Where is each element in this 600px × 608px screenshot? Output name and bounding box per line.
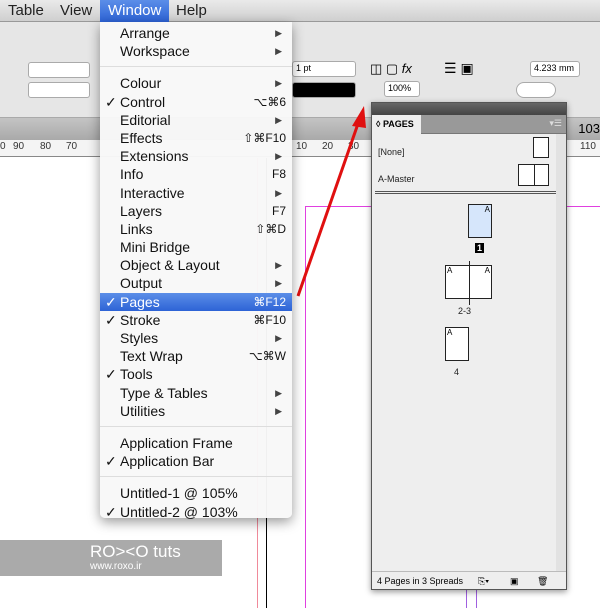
menu-item-untitled-2-103-[interactable]: ✓ Untitled-2 @ 103%: [100, 503, 292, 521]
submenu-arrow-icon: ▶: [275, 78, 282, 89]
menu-item-label: Styles: [120, 330, 159, 346]
menu-item-shortcut: ⌘F10: [253, 312, 286, 327]
menu-item-text-wrap[interactable]: Text Wrap ⌥⌘W: [100, 347, 292, 365]
menu-item-label: Control: [120, 93, 166, 110]
menu-item-label: Mini Bridge: [120, 239, 191, 256]
menu-item-colour[interactable]: Colour ▶: [100, 74, 292, 92]
menu-item-shortcut: ⇧⌘F10: [243, 130, 286, 145]
menu-item-shortcut: F7: [271, 203, 286, 218]
menu-item-label: Editorial: [120, 111, 171, 128]
checkmark-icon: ✓: [105, 93, 117, 110]
menu-item-label: Colour: [120, 75, 162, 92]
menu-item-object-layout[interactable]: Object & Layout ▶: [100, 256, 292, 274]
menu-item-label: Type & Tables: [120, 384, 208, 401]
checkmark-icon: ✓: [105, 293, 117, 310]
submenu-arrow-icon: ▶: [275, 28, 282, 38]
menu-item-shortcut: ⌘F12: [253, 294, 286, 309]
menu-item-stroke[interactable]: ✓ Stroke ⌘F10: [100, 311, 292, 329]
menu-item-label: Application Bar: [120, 453, 215, 470]
submenu-arrow-icon: ▶: [275, 387, 282, 398]
menu-item-label: Stroke: [120, 311, 161, 328]
submenu-arrow-icon: ▶: [275, 187, 282, 198]
checkmark-icon: ✓: [105, 453, 117, 470]
menu-item-mini-bridge[interactable]: Mini Bridge: [100, 238, 292, 256]
menu-item-label: Utilities: [120, 402, 166, 419]
menu-item-styles[interactable]: Styles ▶: [100, 329, 292, 347]
menu-item-workspace[interactable]: Workspace ▶: [100, 42, 292, 60]
submenu-arrow-icon: ▶: [275, 260, 282, 271]
menu-item-label: Info: [120, 166, 144, 183]
menu-item-label: Effects: [120, 129, 163, 146]
submenu-arrow-icon: ▶: [275, 114, 282, 125]
menu-item-label: Layers: [120, 202, 163, 219]
menu-item-label: Object & Layout: [120, 257, 220, 274]
checkmark-icon: ✓: [105, 311, 117, 328]
submenu-arrow-icon: ▶: [275, 405, 282, 416]
menu-item-label: Interactive: [120, 184, 185, 201]
menu-item-control[interactable]: ✓ Control ⌥⌘6: [100, 93, 292, 111]
menu-item-info[interactable]: Info F8: [100, 165, 292, 183]
menu-item-effects[interactable]: Effects ⇧⌘F10: [100, 129, 292, 147]
menu-separator: [100, 425, 292, 427]
checkmark-icon: ✓: [105, 366, 117, 383]
menu-item-label: Workspace: [120, 43, 190, 60]
menu-separator: [100, 66, 292, 68]
menu-item-label: Arrange: [120, 25, 170, 41]
menu-item-shortcut: F8: [271, 167, 286, 182]
menu-item-label: Output: [120, 275, 163, 292]
submenu-arrow-icon: ▶: [275, 46, 282, 57]
menu-item-label: Extensions: [120, 148, 189, 165]
menu-item-utilities[interactable]: Utilities ▶: [100, 402, 292, 420]
menu-item-editorial[interactable]: Editorial ▶: [100, 111, 292, 129]
menu-item-arrange[interactable]: Arrange ▶: [100, 24, 292, 42]
menu-item-pages[interactable]: ✓ Pages ⌘F12: [100, 292, 292, 311]
menu-item-label: Text Wrap: [120, 348, 183, 365]
menu-item-label: Tools: [120, 366, 153, 383]
menu-item-application-bar[interactable]: ✓ Application Bar: [100, 452, 292, 470]
menu-item-tools[interactable]: ✓ Tools: [100, 365, 292, 383]
menu-item-untitled-1-105-[interactable]: Untitled-1 @ 105%: [100, 484, 292, 502]
menu-separator: [100, 476, 292, 478]
menu-item-links[interactable]: Links ⇧⌘D: [100, 220, 292, 238]
submenu-arrow-icon: ▶: [275, 151, 282, 162]
window-menu: Arrange ▶ Workspace ▶ Colour ▶ ✓ Control ⌥⌘6 Edit…: [100, 22, 292, 521]
menu-item-label: Application Frame: [120, 434, 233, 451]
menu-item-application-frame[interactable]: Application Frame: [100, 434, 292, 452]
submenu-arrow-icon: ▶: [275, 333, 282, 343]
menu-item-shortcut: ⇧⌘D: [255, 221, 286, 236]
menu-item-extensions[interactable]: Extensions ▶: [100, 147, 292, 165]
menu-item-label: Pages: [120, 293, 160, 310]
menu-item-label: Untitled-2 @ 103%: [120, 503, 238, 520]
menu-item-layers[interactable]: Layers F7: [100, 202, 292, 220]
checkmark-icon: ✓: [105, 503, 117, 520]
menu-item-interactive[interactable]: Interactive ▶: [100, 184, 292, 202]
menu-item-shortcut: ⌥⌘W: [248, 349, 286, 364]
submenu-arrow-icon: ▶: [275, 278, 282, 289]
menu-item-label: Untitled-1 @ 105%: [120, 485, 238, 502]
menu-item-label: Links: [120, 220, 153, 237]
menu-item-shortcut: ⌥⌘6: [253, 94, 286, 109]
annotation-arrow: [296, 106, 366, 297]
menu-item-type-tables[interactable]: Type & Tables ▶: [100, 384, 292, 402]
menu-item-output[interactable]: Output ▶: [100, 274, 292, 292]
